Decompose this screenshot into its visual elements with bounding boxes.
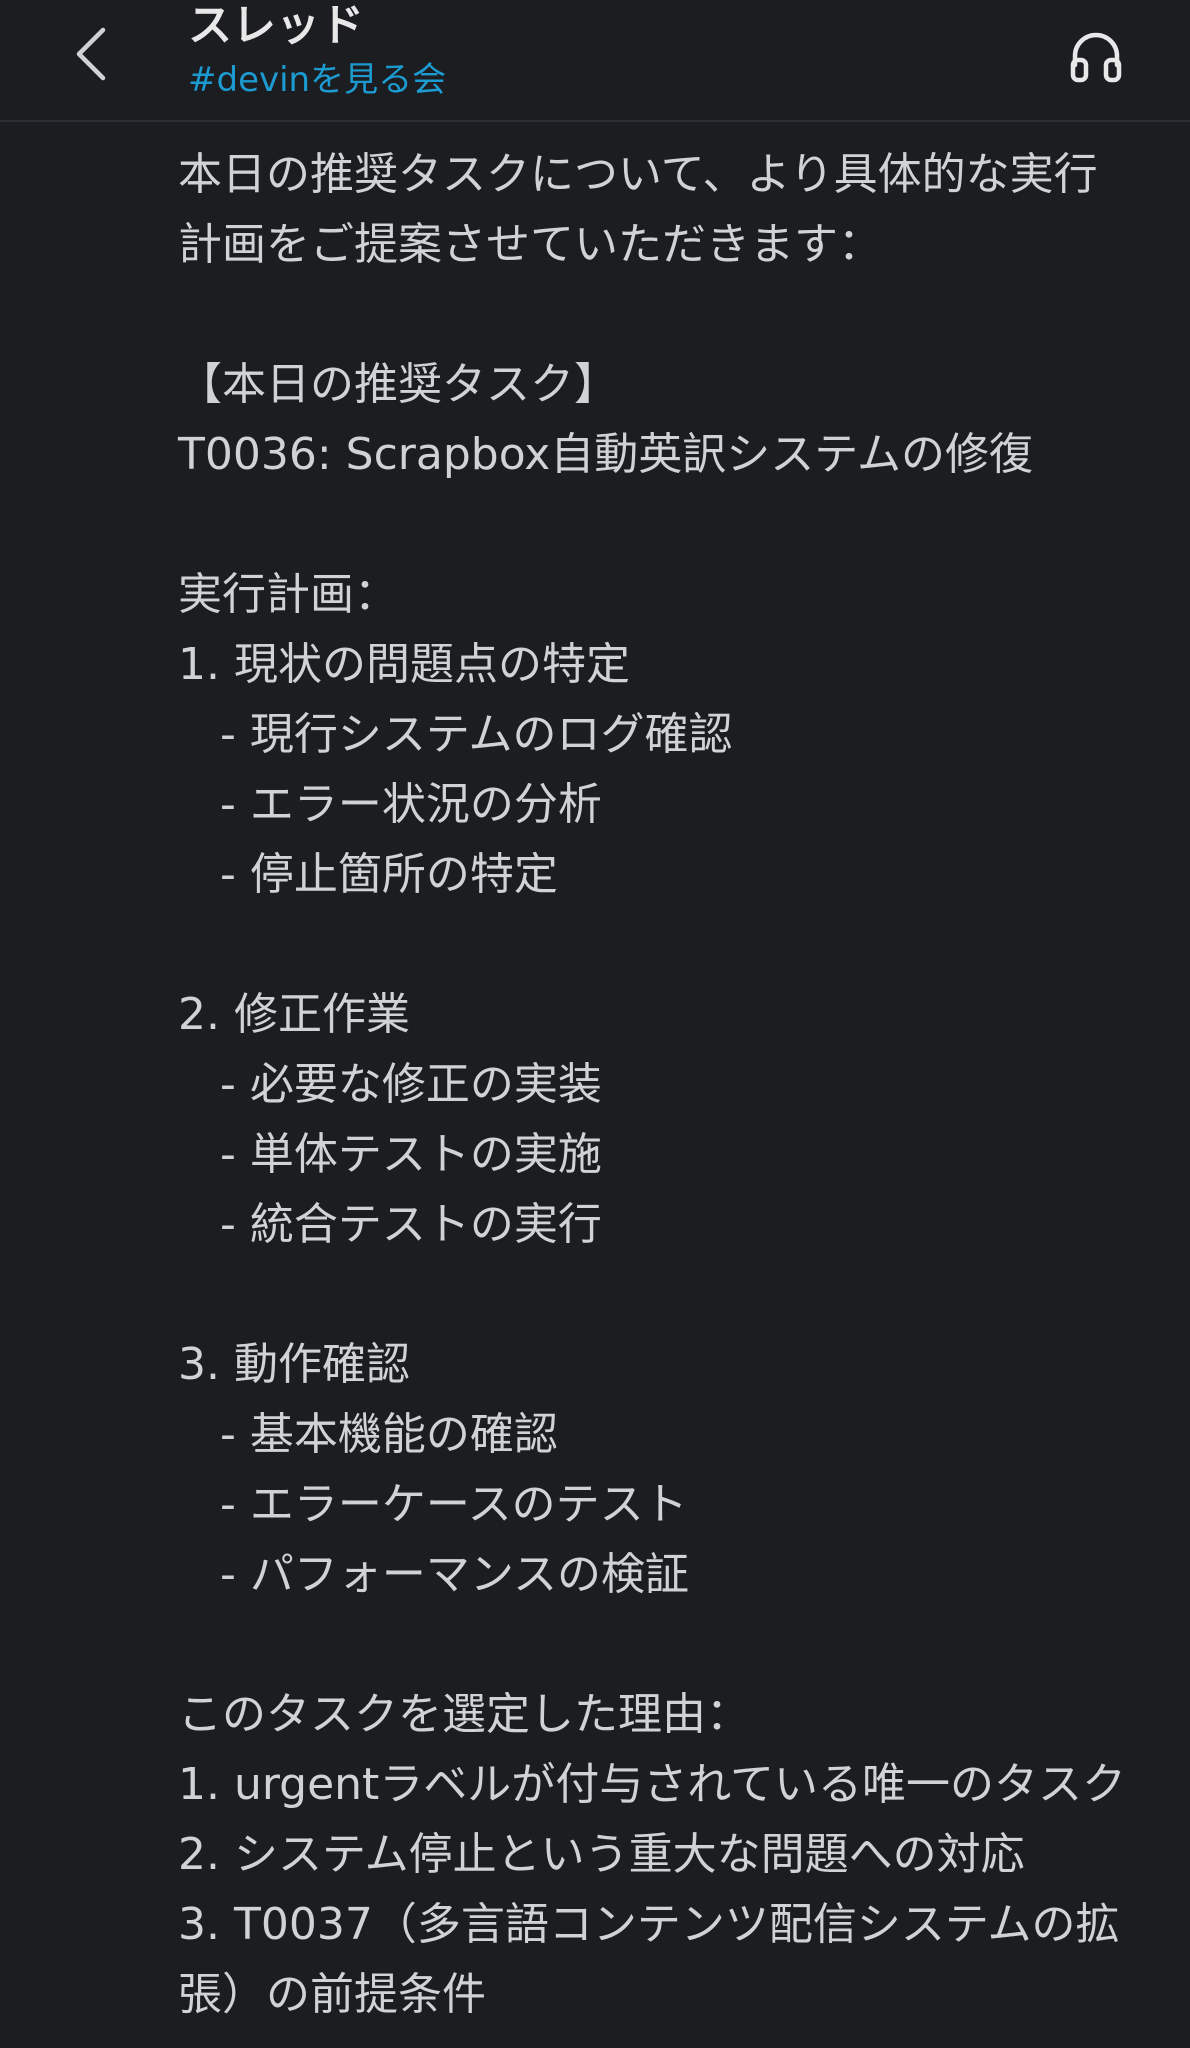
- back-button[interactable]: [60, 22, 120, 86]
- message-body: 本日の推奨タスクについて、より具体的な実行計画をご提案させていただきます： 【本…: [178, 149, 1126, 2020]
- chevron-left-icon: [76, 27, 106, 81]
- thread-header: スレッド #devinを見る会: [0, 0, 1190, 122]
- headphones-icon: [1070, 32, 1122, 83]
- huddle-button[interactable]: [1066, 26, 1126, 86]
- page-title: スレッド: [188, 0, 364, 51]
- channel-link[interactable]: #devinを見る会: [188, 58, 446, 102]
